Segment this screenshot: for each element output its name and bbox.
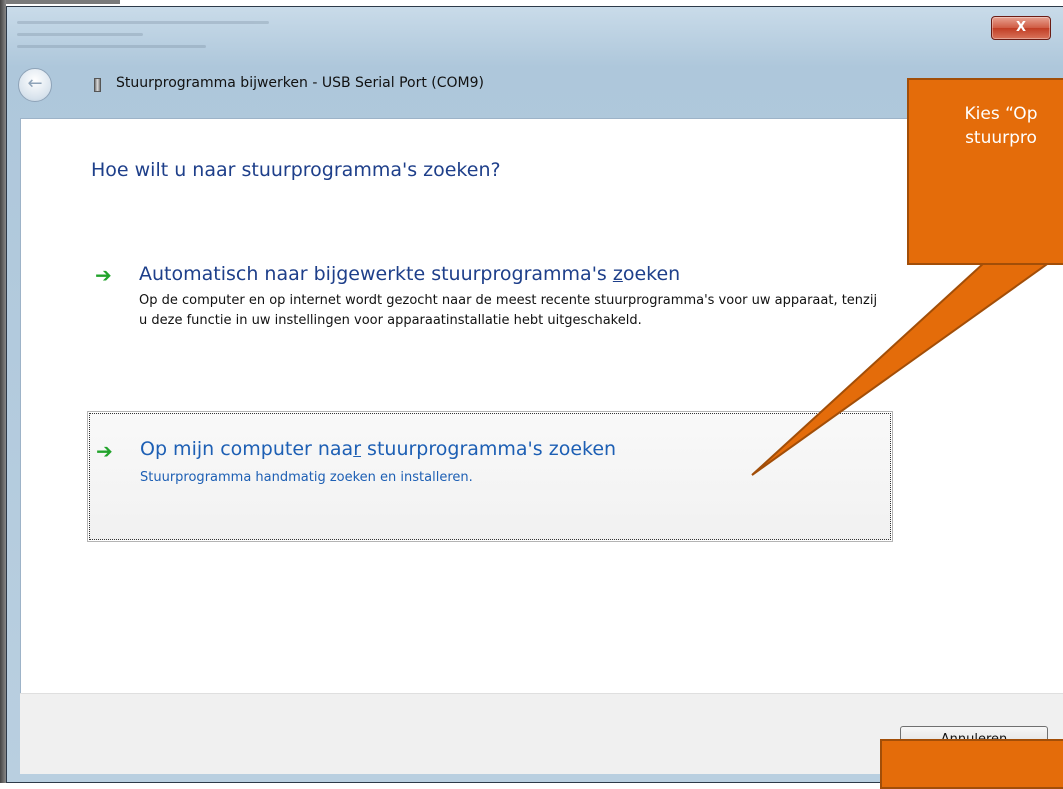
callout-pointer xyxy=(751,261,1054,476)
callout-box-bottom xyxy=(880,739,1063,789)
callout-box: Kies “Op stuurpro xyxy=(907,78,1063,265)
callout-text: Kies “Op stuurpro xyxy=(964,104,1038,148)
